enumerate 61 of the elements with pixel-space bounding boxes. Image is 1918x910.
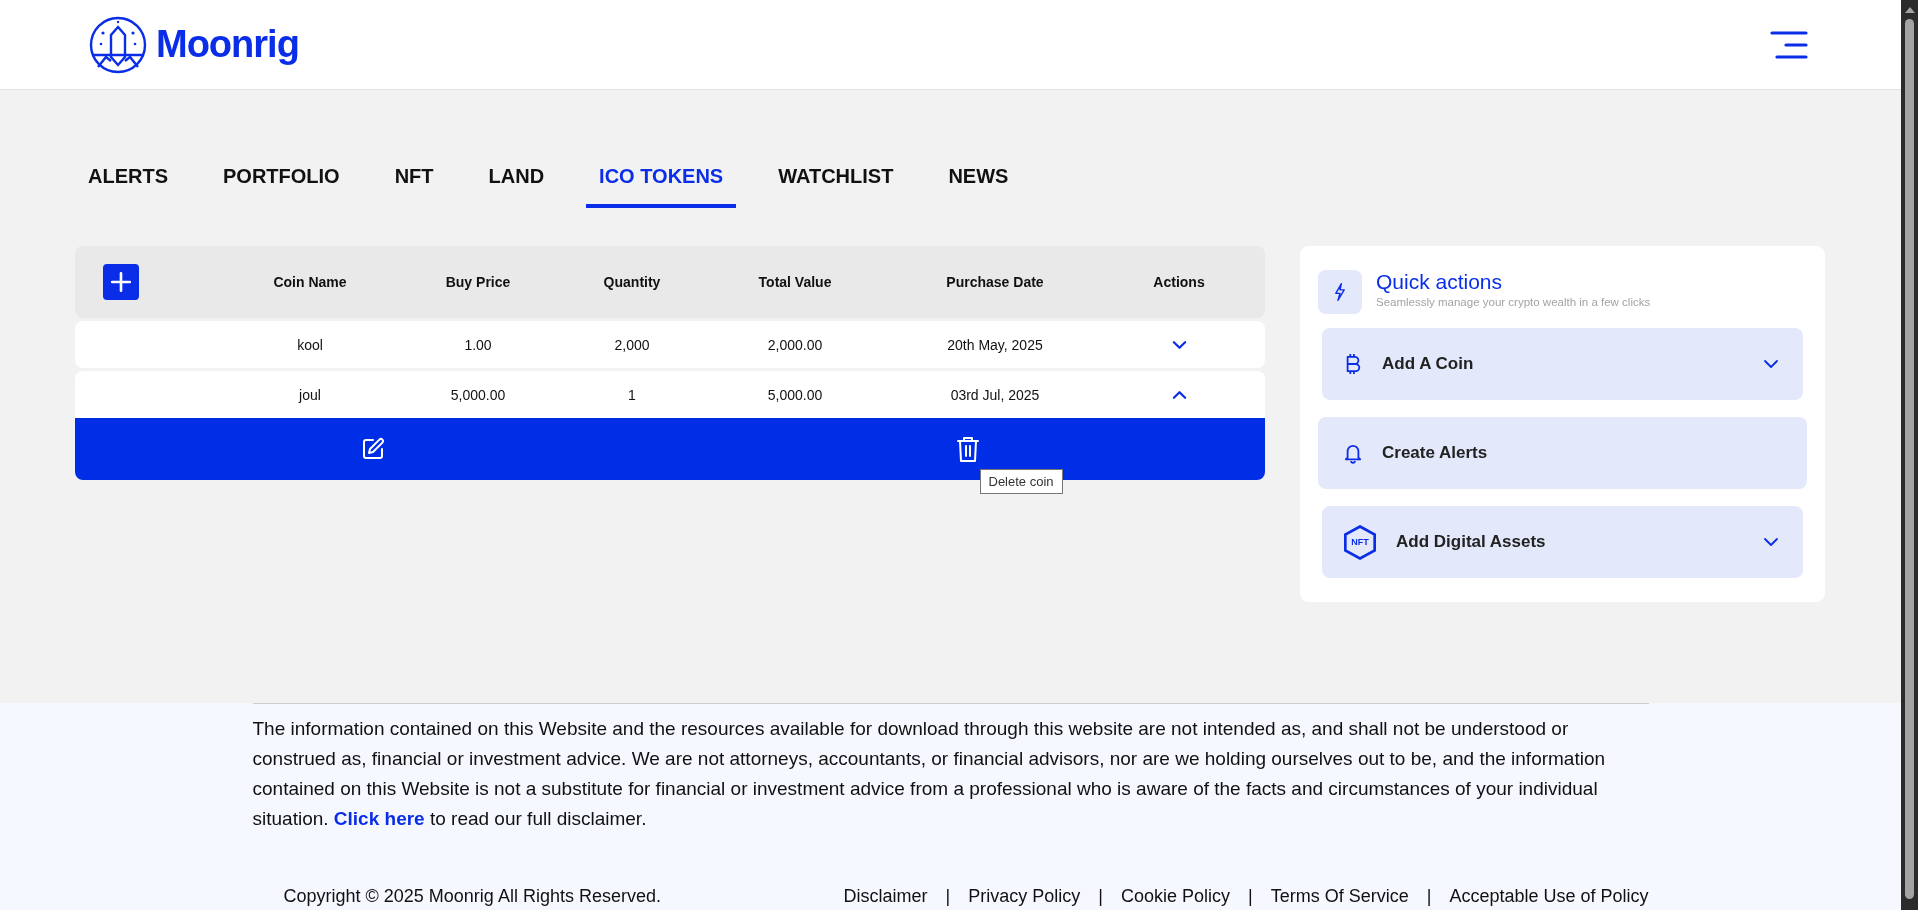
bolt-icon [1318,270,1362,314]
link-separator: | [1248,886,1253,907]
column-header: Buy Price [444,274,512,290]
logo-icon [88,14,148,75]
nav-tab[interactable]: ALERTS [75,153,181,208]
nav-tab[interactable]: NFT [381,153,447,208]
card-subtitle: Seamlessly manage your crypto wealth in a few clicks [1376,296,1651,308]
inline-link[interactable]: Click here [333,808,425,829]
brand-name[interactable]: Moonrig [156,23,299,66]
table-cell-text: 5,000.00 [766,386,824,403]
table-cell-text: 1.00 [463,336,493,353]
disclaimer-text: The information contained on this Website and the resources available for download through this website are not intended as, and shall not be understood or construed as, financial or investment advice. We are not attorneys, accountants, or financial advisors, nor are we holding ourselves out to be, and the information contained on this Website is not a substitute for financial or investment advice from a professional who is aware of the facts and circumstances of your individual situation. Click here to read our full disclaimer. [252,717,1607,831]
nav-tab[interactable]: WATCHLIST [765,153,907,208]
chevron-icon[interactable] [1171,339,1187,350]
quick-action-item[interactable]: NFT Add Digital Assets [1322,506,1803,578]
scroll-up-icon[interactable] [1904,5,1915,13]
bitcoin-icon [1344,353,1362,375]
footer-link[interactable]: Cookie Policy [1120,886,1230,907]
nav-tab[interactable]: ICO TOKENS [586,153,737,208]
nav-tab[interactable]: LAND [475,153,558,208]
trash-icon[interactable] [955,435,980,463]
quick-action-item[interactable]: Add A Coin [1322,328,1803,400]
footer-link[interactable]: Terms Of Service [1270,886,1409,907]
link-separator: | [1426,886,1432,907]
table-cell-text: 5,000.00 [449,386,507,403]
column-header: Total Value [757,274,833,290]
bell-icon [1344,442,1362,464]
table-cell-text: 03rd Jul, 2025 [949,386,1041,403]
footer-link[interactable]: Disclaimer [843,886,928,907]
footer-link[interactable]: Acceptable Use of Policy [1449,886,1649,907]
tooltip: Delete coin [979,469,1063,494]
table-cell-text: kool [296,336,324,353]
column-header: Purchase Date [945,274,1045,290]
quick-action-item[interactable]: Create Alerts [1318,417,1807,489]
chevron-down-icon [1763,537,1779,547]
copyright-text: Copyright © 2025 Moonrig All Rights Reserved. [283,886,661,907]
column-header: Actions [1152,274,1206,290]
chevron-icon[interactable] [1171,389,1187,400]
nft-hexagon-icon: NFT [1344,524,1376,560]
table-cell-text: 20th May, 2025 [946,336,1044,353]
scrollbar[interactable] [1901,0,1918,910]
column-header: Coin Name [272,274,348,290]
edit-icon[interactable] [360,437,385,461]
table-row[interactable]: kool 1.00 2,000 2,000.00 20th May, 2025 [75,321,1265,368]
menu-icon[interactable] [1770,30,1808,59]
table-row[interactable]: joul 5,000.00 1 5,000.00 03rd Jul, 2025 [75,371,1265,418]
table-cell-text: 2,000.00 [766,336,824,353]
plus-icon [110,271,132,293]
footer-link[interactable]: Privacy Policy [968,886,1081,907]
chevron-down-icon [1763,359,1779,369]
link-separator: | [1098,886,1103,907]
nav-tab[interactable]: PORTFOLIO [210,153,353,208]
column-header: Quantity [602,274,662,290]
scrollbar-thumb[interactable] [1905,19,1914,899]
link-separator: | [945,886,951,907]
card-title: Quick actions [1376,270,1503,294]
table-cell-text: 1 [627,386,637,403]
table-cell-text: 2,000 [613,336,651,353]
add-button[interactable] [103,264,139,300]
table-cell-text: joul [297,386,322,403]
nav-tab[interactable]: NEWS [935,153,1022,208]
